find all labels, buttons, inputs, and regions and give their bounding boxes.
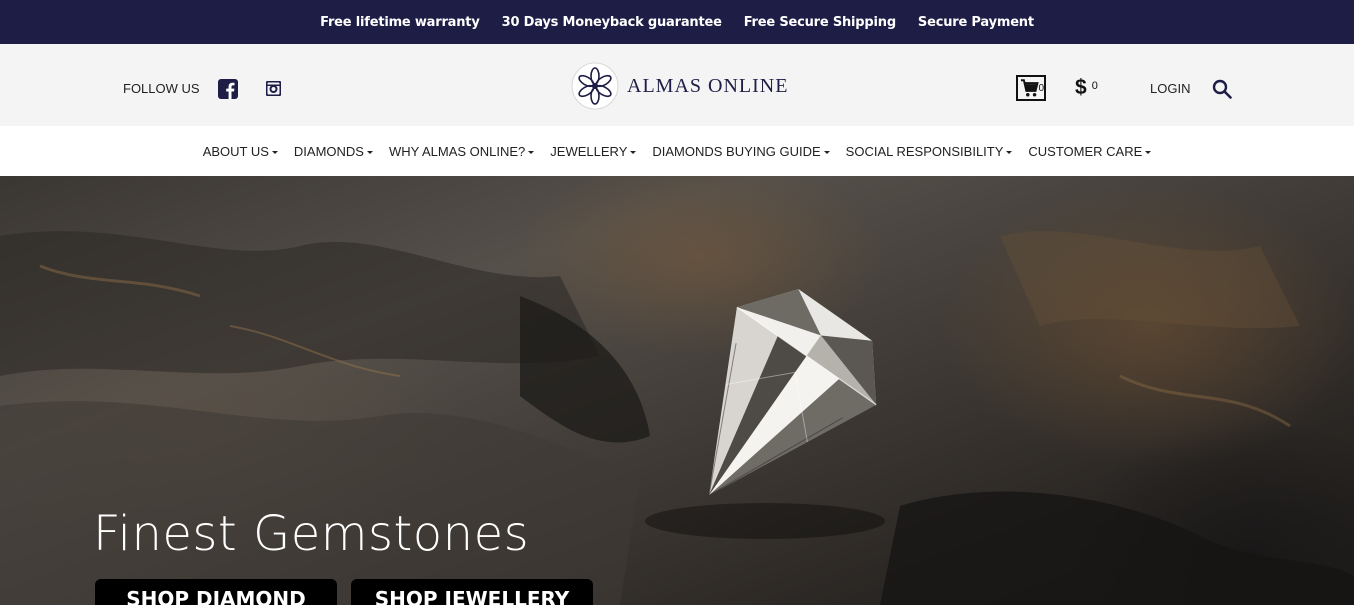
nav-label: SOCIAL RESPONSIBILITY [845, 143, 1004, 159]
nav-customer-care[interactable]: CUSTOMER CARE [1028, 143, 1152, 159]
caret-down-icon [1006, 150, 1013, 154]
shopping-cart-icon [1020, 79, 1039, 97]
currency-selector[interactable]: $ 0 [1075, 77, 1098, 99]
nav-diamonds-buying-guide[interactable]: DIAMONDS BUYING GUIDE [652, 143, 830, 159]
logo-text: ALMAS ONLINE [627, 74, 789, 97]
instagram-icon[interactable] [266, 81, 281, 96]
caret-down-icon [630, 150, 637, 154]
cart-button[interactable]: 0 [1016, 75, 1046, 101]
search-icon[interactable] [1212, 79, 1232, 99]
caret-down-icon [823, 150, 830, 154]
nav-label: CUSTOMER CARE [1028, 143, 1143, 159]
dollar-icon: $ [1075, 76, 1087, 99]
follow-us-label: FOLLOW US [123, 81, 200, 96]
hero-banner: Finest Gemstones SHOP DIAMOND SHOP JEWEL… [0, 176, 1354, 605]
caret-down-icon [528, 150, 535, 154]
facebook-icon[interactable] [218, 79, 238, 99]
promo-warranty: Free lifetime warranty [320, 14, 480, 30]
nav-why-almas-online[interactable]: WHY ALMAS ONLINE? [388, 143, 535, 159]
shop-jewellery-button[interactable]: SHOP JEWELLERY [351, 579, 593, 605]
promo-moneyback: 30 Days Moneyback guarantee [501, 14, 722, 30]
nav-jewellery[interactable]: JEWELLERY [550, 143, 637, 159]
nav-label: WHY ALMAS ONLINE? [388, 143, 526, 159]
caret-down-icon [366, 150, 373, 154]
shop-diamond-button[interactable]: SHOP DIAMOND [95, 579, 337, 605]
main-navigation: ABOUT US DIAMONDS WHY ALMAS ONLINE? JEWE… [0, 126, 1354, 176]
login-link[interactable]: LOGIN [1150, 81, 1190, 96]
site-header: FOLLOW US ALMAS ONLINE 0 $ 0 LOGIN [0, 44, 1354, 126]
nav-diamonds[interactable]: DIAMONDS [294, 144, 373, 159]
promo-payment: Secure Payment [917, 14, 1034, 30]
caret-down-icon [271, 150, 278, 154]
promo-shipping: Free Secure Shipping [743, 14, 896, 30]
nav-label: ABOUT US [202, 143, 269, 159]
nav-about-us[interactable]: ABOUT US [203, 144, 278, 159]
hero-title: Finest Gemstones [93, 506, 530, 562]
caret-down-icon [1145, 150, 1152, 154]
diamond-image [708, 289, 877, 497]
nav-label: DIAMONDS [293, 143, 364, 159]
nav-label: DIAMONDS BUYING GUIDE [652, 143, 821, 159]
nav-label: JEWELLERY [550, 143, 628, 159]
logo-emblem-icon [571, 62, 619, 110]
top-promo-bar: Free lifetime warranty 30 Days Moneyback… [0, 0, 1354, 44]
currency-amount: 0 [1091, 80, 1098, 92]
cart-count: 0 [1038, 82, 1044, 94]
nav-social-responsibility[interactable]: SOCIAL RESPONSIBILITY [846, 144, 1013, 159]
site-logo[interactable]: ALMAS ONLINE [571, 62, 788, 110]
